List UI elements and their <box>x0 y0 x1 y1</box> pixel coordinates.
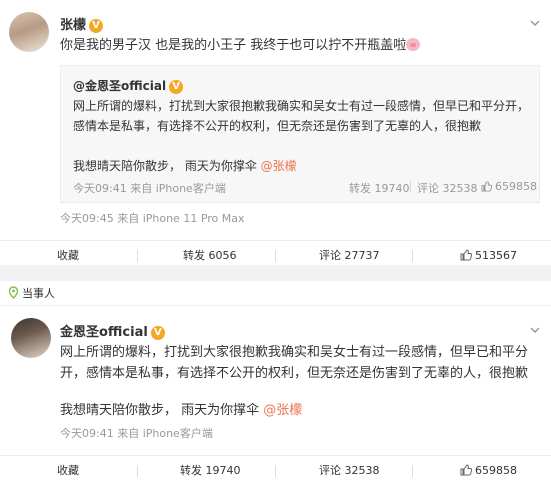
thumbs-up-icon <box>460 249 473 261</box>
divider <box>410 181 411 192</box>
avatar[interactable] <box>9 12 49 52</box>
action-bar: 收藏 转发 6056 评论 27737 513567 <box>0 240 551 270</box>
collect-button[interactable]: 收藏 <box>57 241 79 271</box>
quoted-like-button[interactable]: 659858 <box>481 180 537 193</box>
quoted-repost-count[interactable]: 转发 19740 <box>349 180 410 196</box>
repost-button[interactable]: 转发 6056 <box>183 241 237 271</box>
divider <box>275 465 276 477</box>
quoted-post[interactable]: @金恩圣official V 网上所谓的爆料，打扰到大家很抱歉我确实和吴女士有过一… <box>60 65 540 203</box>
like-count: 513567 <box>475 249 517 262</box>
party-tag-label: 当事人 <box>22 287 55 300</box>
location-pin-icon <box>8 286 19 299</box>
post-card-1: 张檬 V 你是我的男子汉 也是我的小王子 我终于也可以拧不开瓶盖啦 @金恩圣off… <box>0 0 551 265</box>
repost-button[interactable]: 转发 19740 <box>180 456 241 486</box>
verified-icon: V <box>89 18 104 33</box>
mention-link[interactable]: @张檬 <box>261 159 297 173</box>
post-text: 网上所谓的爆料，打扰到大家很抱歉我确实和吴女士有过一段感情，但早已和平分开，感情… <box>60 345 529 381</box>
divider <box>412 250 413 262</box>
quoted-like-count: 659858 <box>495 180 537 193</box>
post-text-content: 你是我的男子汉 也是我的小王子 我终于也可以拧不开瓶盖啦 <box>60 38 407 53</box>
verified-icon: V <box>169 79 184 94</box>
thumbs-up-icon <box>460 464 473 476</box>
thumbs-up-icon <box>481 181 493 192</box>
quoted-author[interactable]: @金恩圣official V <box>73 77 184 94</box>
author-name[interactable]: 张檬 V <box>60 14 104 33</box>
author-name[interactable]: 金恩圣official V <box>60 321 165 340</box>
action-bar: 收藏 转发 19740 评论 32538 659858 <box>0 455 551 485</box>
verified-icon: V <box>150 325 165 340</box>
post-text-2-content: 我想晴天陪你散步， 雨天为你撑伞 <box>60 403 264 418</box>
post-text: 你是我的男子汉 也是我的小王子 我终于也可以拧不开瓶盖啦 <box>60 35 421 56</box>
chevron-down-icon[interactable] <box>529 324 541 336</box>
divider <box>0 305 551 306</box>
mention-link[interactable]: @张檬 <box>263 403 302 418</box>
comment-button[interactable]: 评论 27737 <box>319 241 380 271</box>
divider <box>412 465 413 477</box>
chevron-down-icon[interactable] <box>529 17 541 29</box>
divider <box>275 250 276 262</box>
avatar[interactable] <box>11 318 51 358</box>
post-timestamp: 今天09:45 来自 iPhone 11 Pro Max <box>60 212 245 225</box>
quoted-timestamp: 今天09:41 来自 iPhone客户端 <box>73 182 226 195</box>
post-text-2: 我想晴天陪你散步， 雨天为你撑伞 @张檬 <box>60 400 302 421</box>
like-button[interactable]: 659858 <box>460 456 517 486</box>
quoted-text: 网上所谓的爆料，打扰到大家很抱歉我确实和吴女士有过一段感情，但早已和平分开，感情… <box>73 99 530 133</box>
comment-button[interactable]: 评论 32538 <box>319 456 380 486</box>
quoted-comment-count[interactable]: 评论 32538 <box>417 180 478 196</box>
post-timestamp: 今天09:41 来自 iPhone客户端 <box>60 427 213 440</box>
like-count: 659858 <box>475 464 517 477</box>
divider <box>137 250 138 262</box>
pig-emoji-icon <box>406 38 421 51</box>
divider <box>137 465 138 477</box>
collect-button[interactable]: 收藏 <box>57 456 79 486</box>
quoted-text-2: 我想晴天陪你散步， 雨天为你撑伞 @张檬 <box>73 157 297 174</box>
party-tag: 当事人 <box>8 285 55 301</box>
author-name-text[interactable]: 金恩圣official <box>60 325 148 340</box>
quoted-text-2-content: 我想晴天陪你散步， 雨天为你撑伞 <box>73 159 261 173</box>
author-name-text[interactable]: 张檬 <box>60 18 86 33</box>
quoted-author-text[interactable]: @金恩圣official <box>73 79 166 93</box>
like-button[interactable]: 513567 <box>460 241 517 271</box>
